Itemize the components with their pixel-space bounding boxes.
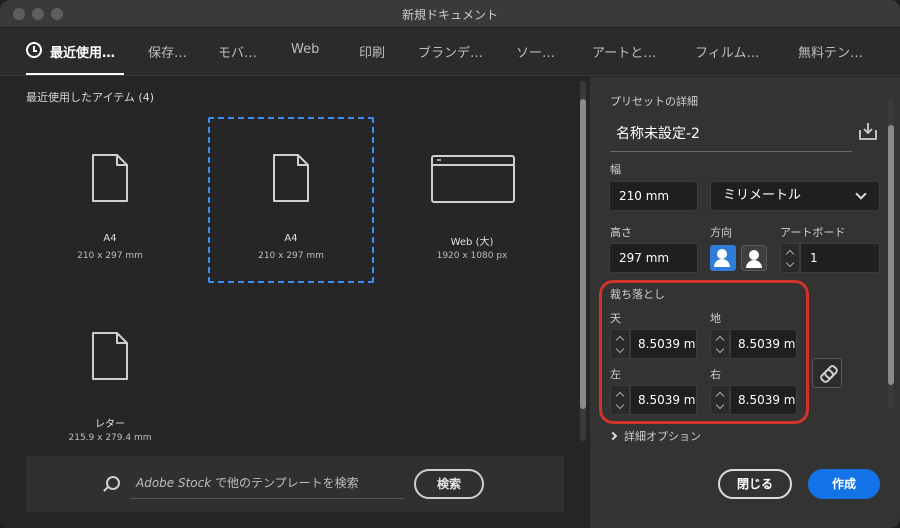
- landscape-orientation-button[interactable]: [741, 245, 767, 271]
- artboard-label: アートボード: [780, 226, 846, 239]
- bleed-left-field[interactable]: 8.5039 m: [630, 385, 697, 415]
- unit-select-value: ミリメートル: [723, 188, 802, 203]
- window-title: 新規ドキュメント: [401, 8, 498, 22]
- save-preset-icon[interactable]: [858, 121, 878, 141]
- bleed-label: 裁ち落とし: [610, 288, 665, 301]
- active-tab-indicator: [26, 73, 124, 75]
- bleed-top-label: 天: [610, 312, 621, 325]
- recent-items-title: 最近使用したアイテム: [26, 91, 135, 104]
- person-icon: [717, 249, 727, 259]
- recent-items-scrollbar[interactable]: [578, 81, 588, 451]
- tab-recent[interactable]: 最近使用…: [50, 42, 115, 61]
- create-button[interactable]: 作成: [808, 469, 880, 499]
- bleed-right-field[interactable]: 8.5039 m: [730, 385, 797, 415]
- recent-item-selected[interactable]: A4 210 x 297 mm: [208, 117, 374, 283]
- preset-details-panel: プリセットの詳細 名称未設定-2 幅 210 mm ミリメートル 高さ 297 …: [590, 77, 900, 528]
- preset-scrollbar[interactable]: [886, 85, 896, 415]
- bleed-left-stepper[interactable]: [610, 385, 630, 415]
- item-name: Web (大): [450, 237, 494, 248]
- artboard-stepper[interactable]: [780, 243, 800, 273]
- search-icon: [106, 476, 120, 490]
- bleed-right-stepper[interactable]: [710, 385, 730, 415]
- tab-mobile[interactable]: モバ…: [218, 42, 257, 61]
- item-name: レター: [95, 419, 125, 430]
- person-body-icon: [746, 260, 762, 268]
- recent-item[interactable]: レター 215.9 x 279.4 mm: [27, 299, 193, 465]
- bleed-top-field[interactable]: 8.5039 m: [630, 329, 697, 359]
- search-input[interactable]: Adobe Stock で他のテンプレートを検索: [136, 474, 359, 491]
- chevron-right-icon: [608, 431, 618, 441]
- recent-item[interactable]: A4 210 x 297 mm: [27, 117, 193, 283]
- person-icon: [749, 250, 759, 260]
- item-size: 210 x 297 mm: [258, 251, 324, 261]
- document-icon: [273, 154, 309, 202]
- tab-free-templates[interactable]: 無料テン…: [798, 42, 863, 61]
- tab-branding[interactable]: ブランデ…: [418, 42, 483, 61]
- template-search-bar: Adobe Stock で他のテンプレートを検索 検索: [26, 456, 564, 512]
- preset-section-label: プリセットの詳細: [610, 95, 698, 108]
- recent-item[interactable]: Web (大) 1920 x 1080 px: [389, 117, 555, 283]
- scrollbar-thumb[interactable]: [888, 125, 894, 385]
- bleed-left-label: 左: [610, 368, 621, 381]
- tab-social[interactable]: ソー…: [516, 42, 555, 61]
- tab-art[interactable]: アートと…: [592, 42, 656, 61]
- height-label: 高さ: [610, 226, 632, 239]
- orientation-label: 方向: [710, 226, 732, 239]
- recent-items-heading: 最近使用したアイテム (4): [26, 89, 154, 105]
- document-icon: [92, 154, 128, 202]
- category-tabs: 最近使用… 保存… モバ… Web 印刷 ブランデ… ソー… アートと… フィル…: [0, 28, 900, 76]
- tab-film[interactable]: フィルム…: [695, 42, 759, 61]
- unit-select[interactable]: ミリメートル: [710, 181, 880, 211]
- browser-window-icon: [431, 155, 515, 203]
- item-size: 1920 x 1080 px: [436, 251, 508, 261]
- tab-web[interactable]: Web: [291, 42, 319, 57]
- link-bleed-icon[interactable]: [812, 358, 842, 388]
- bleed-bottom-stepper[interactable]: [710, 329, 730, 359]
- recent-items-count: (4): [138, 91, 154, 104]
- tab-saved[interactable]: 保存…: [148, 42, 187, 61]
- clock-icon: [26, 42, 42, 58]
- height-field[interactable]: 297 mm: [609, 243, 698, 273]
- item-size: 215.9 x 279.4 mm: [68, 433, 152, 443]
- portrait-orientation-button[interactable]: [710, 245, 736, 271]
- search-button[interactable]: 検索: [414, 469, 484, 499]
- width-label: 幅: [610, 163, 621, 176]
- preset-name-field[interactable]: 名称未設定-2: [610, 123, 852, 152]
- advanced-options-toggle[interactable]: 詳細オプション: [624, 428, 701, 444]
- new-document-dialog: 新規ドキュメント 最近使用… 保存… モバ… Web 印刷 ブランデ… ソー… …: [0, 0, 900, 528]
- search-brand: Adobe Stock: [136, 476, 212, 490]
- bleed-top-stepper[interactable]: [610, 329, 630, 359]
- search-underline: [130, 498, 404, 499]
- bleed-bottom-label: 地: [710, 312, 721, 325]
- item-size: 210 x 297 mm: [77, 251, 143, 261]
- item-name: A4: [103, 233, 117, 244]
- close-button[interactable]: 閉じる: [718, 469, 792, 499]
- tab-print[interactable]: 印刷: [359, 42, 385, 61]
- search-placeholder: で他のテンプレートを検索: [215, 476, 359, 490]
- item-name: A4: [284, 233, 298, 244]
- document-icon: [92, 332, 128, 380]
- person-body-icon: [714, 259, 730, 267]
- bleed-bottom-field[interactable]: 8.5039 m: [730, 329, 797, 359]
- scrollbar-thumb[interactable]: [580, 99, 586, 409]
- width-field[interactable]: 210 mm: [609, 181, 698, 211]
- bleed-right-label: 右: [710, 368, 721, 381]
- title-bar: 新規ドキュメント: [0, 0, 900, 28]
- chevron-down-icon: [855, 188, 867, 200]
- artboard-field[interactable]: 1: [800, 243, 880, 273]
